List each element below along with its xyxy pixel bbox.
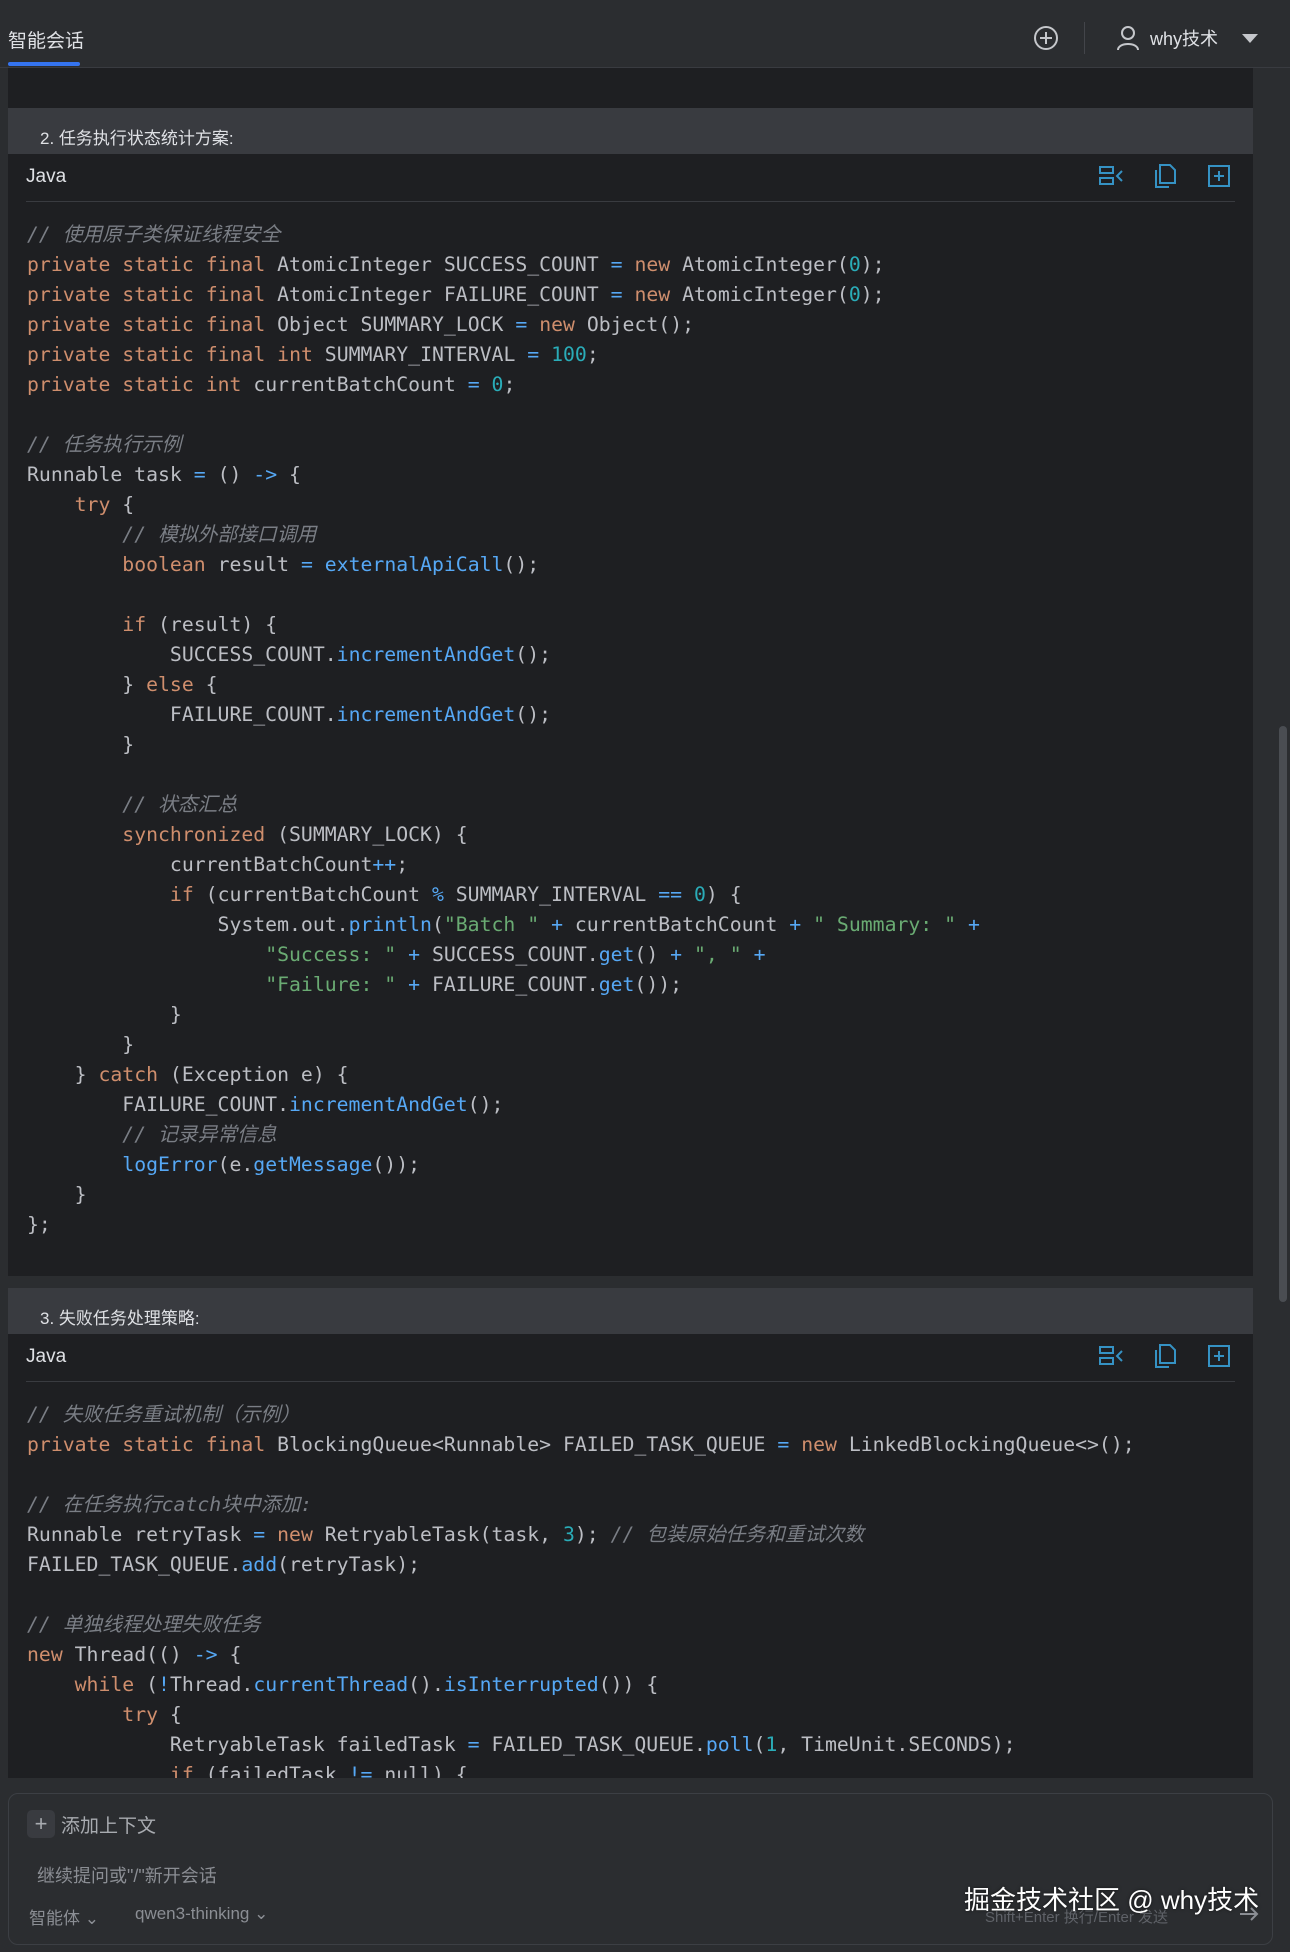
conversation-content: 2. 任务执行状态统计方案: Java // 使用原子类保证线程安全 priva… <box>8 68 1253 1778</box>
user-icon <box>1117 26 1139 51</box>
chat-input-panel: + 添加上下文 继续提问或"/"新开会话 智能体 ⌄ qwen3-thinkin… <box>8 1793 1273 1945</box>
copy-icon[interactable] <box>1151 162 1179 190</box>
code-block-status-stats: Java // 使用原子类保证线程安全 private static final… <box>8 154 1253 1276</box>
model-selector[interactable]: qwen3-thinking ⌄ <box>135 1904 268 1924</box>
active-tab-indicator <box>8 62 80 66</box>
user-name: why技术 <box>1150 29 1219 49</box>
code-content: // 失败任务重试机制（示例） private static final Blo… <box>27 1403 1135 1778</box>
code-block-header: Java <box>26 154 1235 202</box>
plus-icon: + <box>27 1810 55 1838</box>
new-file-icon[interactable] <box>1205 162 1233 190</box>
insert-at-cursor-icon[interactable] <box>1097 1342 1125 1370</box>
agent-label: 智能体 <box>29 1909 80 1928</box>
code-content: // 使用原子类保证线程安全 private static final Atom… <box>27 223 980 1236</box>
chevron-down-icon <box>1242 33 1259 43</box>
code-block-header: Java <box>26 1334 1235 1382</box>
tab-smart-chat[interactable]: 智能会话 <box>8 26 84 53</box>
step-heading-3: 3. 失败任务处理策略: <box>8 1288 1253 1334</box>
copy-icon[interactable] <box>1151 1342 1179 1370</box>
app-header: 智能会话 why技术 <box>0 0 1290 68</box>
chevron-down-icon: ⌄ <box>254 1904 269 1923</box>
code-language-label: Java <box>26 1346 67 1367</box>
user-menu[interactable]: why技术 <box>1116 24 1259 52</box>
add-context-label: 添加上下文 <box>61 1815 157 1837</box>
new-chat-plus-icon[interactable] <box>1032 24 1060 52</box>
code-toolbar <box>1097 1342 1233 1370</box>
agent-selector[interactable]: 智能体 ⌄ <box>29 1904 99 1929</box>
chat-input[interactable]: 继续提问或"/"新开会话 <box>37 1862 217 1888</box>
code-block-failure-handling: Java // 失败任务重试机制（示例） private static fina… <box>8 1334 1253 1778</box>
step-heading-2: 2. 任务执行状态统计方案: <box>8 108 1253 154</box>
vertical-scrollbar[interactable] <box>1279 726 1287 1302</box>
add-context-button[interactable]: + 添加上下文 <box>27 1810 156 1838</box>
watermark: 掘金技术社区 @ why技术 <box>964 1885 1260 1915</box>
code-toolbar <box>1097 162 1233 190</box>
step-title: 3. 失败任务处理策略: <box>40 1309 200 1328</box>
code-language-label: Java <box>26 166 67 187</box>
new-file-icon[interactable] <box>1205 1342 1233 1370</box>
step-title: 2. 任务执行状态统计方案: <box>40 129 234 148</box>
insert-at-cursor-icon[interactable] <box>1097 162 1125 190</box>
previous-code-block-tail <box>8 68 1253 108</box>
model-label: qwen3-thinking <box>135 1904 250 1923</box>
chevron-down-icon: ⌄ <box>84 1909 99 1928</box>
header-divider <box>1084 22 1085 54</box>
